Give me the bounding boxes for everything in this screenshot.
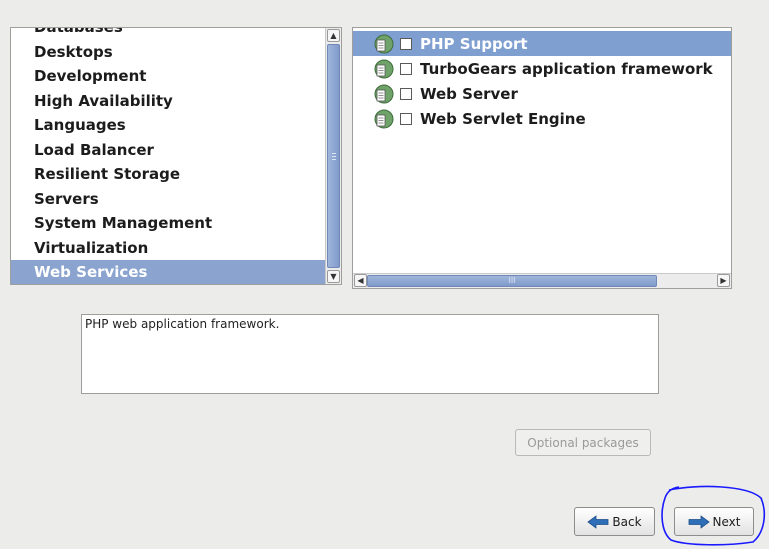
group-item-desktops[interactable]: Desktops [11,40,325,65]
group-item-system-management[interactable]: System Management [11,211,325,236]
scroll-right-arrow-icon[interactable]: ▶ [717,274,730,287]
package-label: TurboGears application framework [420,59,713,78]
group-list-panel: Databases Desktops Development High Avai… [10,27,342,285]
package-list-panel: PHP Support TurboGears application frame… [352,27,732,289]
package-item-web-server[interactable]: Web Server [353,81,731,106]
back-button[interactable]: Back [574,507,655,536]
group-item-high-availability[interactable]: High Availability [11,89,325,114]
group-item-languages[interactable]: Languages [11,113,325,138]
package-icon [374,34,394,53]
back-arrow-icon [587,514,609,529]
grip-line [332,159,336,160]
grip-line [332,156,336,157]
scroll-down-arrow-icon[interactable]: ▼ [327,270,340,283]
next-arrow-icon [688,514,710,529]
group-item-resilient-storage[interactable]: Resilient Storage [11,162,325,187]
package-list-hscrollbar[interactable]: ◀ III ▶ [353,273,731,288]
grip-line [332,153,336,154]
package-checkbox[interactable] [400,87,412,100]
package-item-php-support[interactable]: PHP Support [353,31,731,56]
package-icon [374,109,394,128]
package-description: PHP web application framework. [81,314,659,394]
group-item-load-balancer[interactable]: Load Balancer [11,138,325,163]
group-list: Databases Desktops Development High Avai… [11,28,325,284]
next-button-label: Next [712,514,741,529]
package-checkbox[interactable] [400,37,412,50]
group-item-web-services[interactable]: Web Services [11,260,325,284]
package-icon [374,84,394,103]
group-item-databases[interactable]: Databases [11,28,325,40]
scrollbar-thumb[interactable] [327,44,340,268]
package-label: Web Server [420,84,518,103]
group-list-scrollbar[interactable]: ▲ ▼ [325,28,341,284]
package-label: Web Servlet Engine [420,109,586,128]
next-button[interactable]: Next [674,507,754,536]
hscrollbar-thumb[interactable]: III [367,275,657,287]
package-label: PHP Support [420,34,528,53]
package-list: PHP Support TurboGears application frame… [353,31,731,131]
package-icon [374,59,394,78]
package-checkbox[interactable] [400,112,412,125]
group-item-virtualization[interactable]: Virtualization [11,236,325,261]
group-item-development[interactable]: Development [11,64,325,89]
package-item-web-servlet-engine[interactable]: Web Servlet Engine [353,106,731,131]
scroll-up-arrow-icon[interactable]: ▲ [327,29,340,42]
package-item-turbogears[interactable]: TurboGears application framework [353,56,731,81]
back-button-label: Back [612,514,642,529]
group-item-servers[interactable]: Servers [11,187,325,212]
scroll-left-arrow-icon[interactable]: ◀ [354,274,367,287]
package-checkbox[interactable] [400,62,412,75]
optional-packages-button[interactable]: Optional packages [515,429,651,456]
